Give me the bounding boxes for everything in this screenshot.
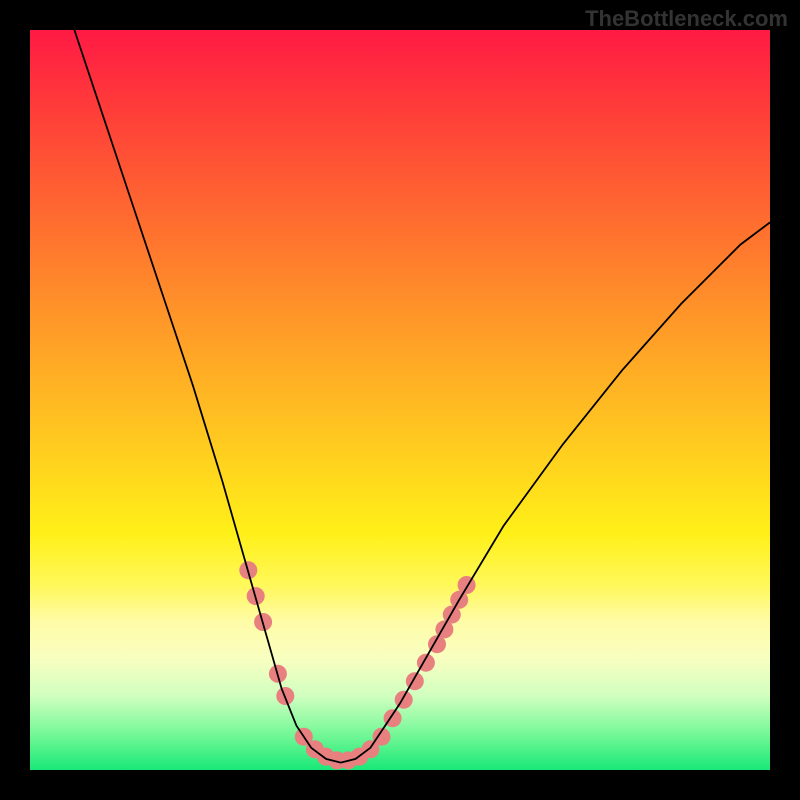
chart-plot-area [30, 30, 770, 770]
watermark-text: TheBottleneck.com [585, 6, 788, 32]
chart-svg [30, 30, 770, 770]
bottleneck-curve [74, 30, 770, 763]
